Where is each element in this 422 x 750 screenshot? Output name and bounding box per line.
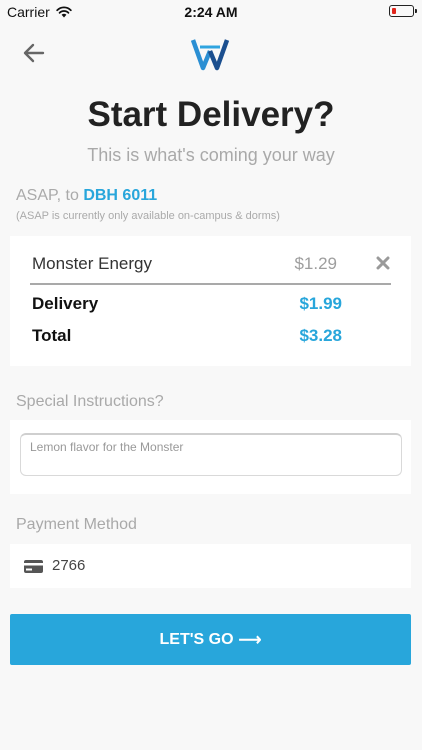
delivery-fee-label: Delivery	[32, 294, 99, 313]
total-value: $3.28	[299, 326, 342, 345]
total-label: Total	[32, 326, 72, 345]
app-logo	[190, 37, 230, 71]
close-x-icon	[376, 256, 390, 270]
credit-card-icon	[24, 560, 43, 573]
order-divider	[30, 283, 391, 285]
delivery-note: (ASAP is currently only available on-cam…	[16, 210, 280, 222]
special-instructions-card	[10, 420, 411, 494]
lets-go-label: LET'S GO	[159, 630, 234, 648]
delivery-target: ASAP, to DBH 6011	[16, 187, 157, 205]
delivery-location-link[interactable]: DBH 6011	[83, 187, 157, 204]
status-time: 2:24 AM	[184, 4, 238, 20]
card-last4: 2766	[52, 557, 86, 574]
arrow-right-icon: ⟶	[238, 631, 262, 649]
lets-go-button[interactable]: LET'S GO ⟶	[10, 614, 411, 665]
order-item-price: $1.29	[294, 254, 337, 273]
battery-icon	[389, 5, 417, 17]
order-summary-card: Monster Energy $1.29 Delivery $1.99 Tota…	[10, 236, 411, 366]
special-instructions-label: Special Instructions?	[16, 393, 164, 410]
page-title: Start Delivery?	[87, 95, 335, 134]
status-bar: Carrier 2:24 AM	[0, 0, 422, 22]
delivery-target-prefix: ASAP, to	[16, 187, 79, 204]
page-subtitle: This is what's coming your way	[87, 145, 335, 165]
back-button[interactable]	[22, 42, 46, 64]
payment-method-label: Payment Method	[16, 516, 137, 533]
back-arrow-icon	[23, 43, 45, 63]
remove-item-button[interactable]	[375, 255, 391, 271]
special-instructions-input[interactable]	[20, 433, 402, 476]
battery-level	[392, 8, 396, 14]
payment-method-selector[interactable]: 2766	[10, 544, 411, 588]
order-item-name: Monster Energy	[32, 254, 152, 273]
wv-logo-icon	[190, 39, 230, 71]
delivery-fee-value: $1.99	[299, 294, 342, 313]
order-item-row: Monster Energy $1.29	[32, 254, 391, 278]
